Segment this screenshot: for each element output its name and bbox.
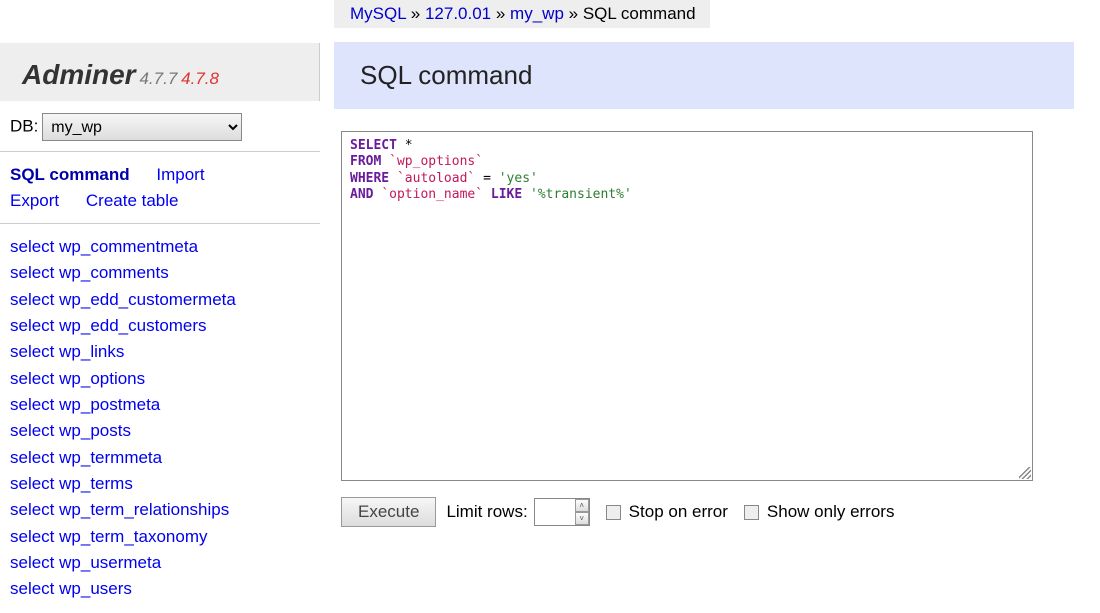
sql-identifier: `option_name` [381,187,483,202]
breadcrumb-sep: » [406,4,425,23]
table-link[interactable]: select wp_comments [10,260,310,286]
execute-button[interactable]: Execute [341,497,436,527]
table-link[interactable]: select wp_terms [10,471,310,497]
table-link[interactable]: select wp_commentmeta [10,234,310,260]
page-title-bar: SQL command [334,42,1074,109]
sql-keyword: WHERE [350,171,389,186]
nav-sql-command[interactable]: SQL command [10,165,130,184]
db-label: DB: [10,117,38,136]
nav-import[interactable]: Import [156,165,204,184]
show-only-errors-label: Show only errors [767,502,895,522]
nav-export[interactable]: Export [10,191,59,210]
logo-block: Adminer 4.7.7 4.7.8 [0,43,320,101]
sql-keyword: FROM [350,154,381,169]
breadcrumb-server[interactable]: MySQL [350,4,406,23]
breadcrumb-sep: » [564,4,583,23]
sql-keyword: SELECT [350,138,397,153]
db-select[interactable]: my_wp [42,113,242,141]
sql-identifier: `autoload` [397,171,475,186]
sql-keyword: AND [350,187,373,202]
execute-controls: Execute Limit rows: ˄ ˅ Stop on error Sh… [341,497,1100,527]
limit-rows-label: Limit rows: [446,502,527,522]
table-link[interactable]: select wp_termmeta [10,445,310,471]
table-link[interactable]: select wp_links [10,339,310,365]
sql-text: * [397,138,413,153]
sql-keyword: LIKE [491,187,522,202]
sql-string: '%transient%' [530,187,632,202]
breadcrumb-sep: » [491,4,510,23]
sql-textarea[interactable]: SELECT * FROM `wp_options` WHERE `autolo… [341,131,1033,481]
sql-string: 'yes' [499,171,538,186]
table-link[interactable]: select wp_postmeta [10,392,310,418]
breadcrumb-host[interactable]: 127.0.01 [425,4,491,23]
stop-on-error-label: Stop on error [629,502,728,522]
nav-create-table[interactable]: Create table [86,191,179,210]
page-title: SQL command [360,60,1074,91]
breadcrumb: MySQL » 127.0.01 » my_wp » SQL command [334,0,710,28]
table-link[interactable]: select wp_term_taxonomy [10,524,310,550]
breadcrumb-current: SQL command [583,4,696,23]
app-version-current: 4.7.7 [139,69,177,88]
show-only-errors-checkbox[interactable] [744,505,759,520]
spinner-up-icon[interactable]: ˄ [575,499,589,512]
sql-text: = [475,171,498,186]
table-link[interactable]: select wp_options [10,366,310,392]
table-link[interactable]: select wp_term_relationships [10,497,310,523]
table-link[interactable]: select wp_edd_customers [10,313,310,339]
app-version-available: 4.7.8 [181,69,219,88]
sql-identifier: `wp_options` [389,154,483,169]
table-link[interactable]: select wp_posts [10,418,310,444]
stop-on-error-checkbox[interactable] [606,505,621,520]
table-link[interactable]: select wp_edd_customermeta [10,287,310,313]
app-name: Adminer [22,59,136,90]
tables-list: select wp_commentmeta select wp_comments… [0,224,320,613]
nav-links: SQL command Import Export Create table [0,152,320,224]
spinner-down-icon[interactable]: ˅ [575,512,589,525]
breadcrumb-database[interactable]: my_wp [510,4,564,23]
resize-handle-icon[interactable] [1019,467,1031,479]
table-link[interactable]: select wp_users [10,576,310,602]
db-selector-row: DB: my_wp [0,101,320,152]
